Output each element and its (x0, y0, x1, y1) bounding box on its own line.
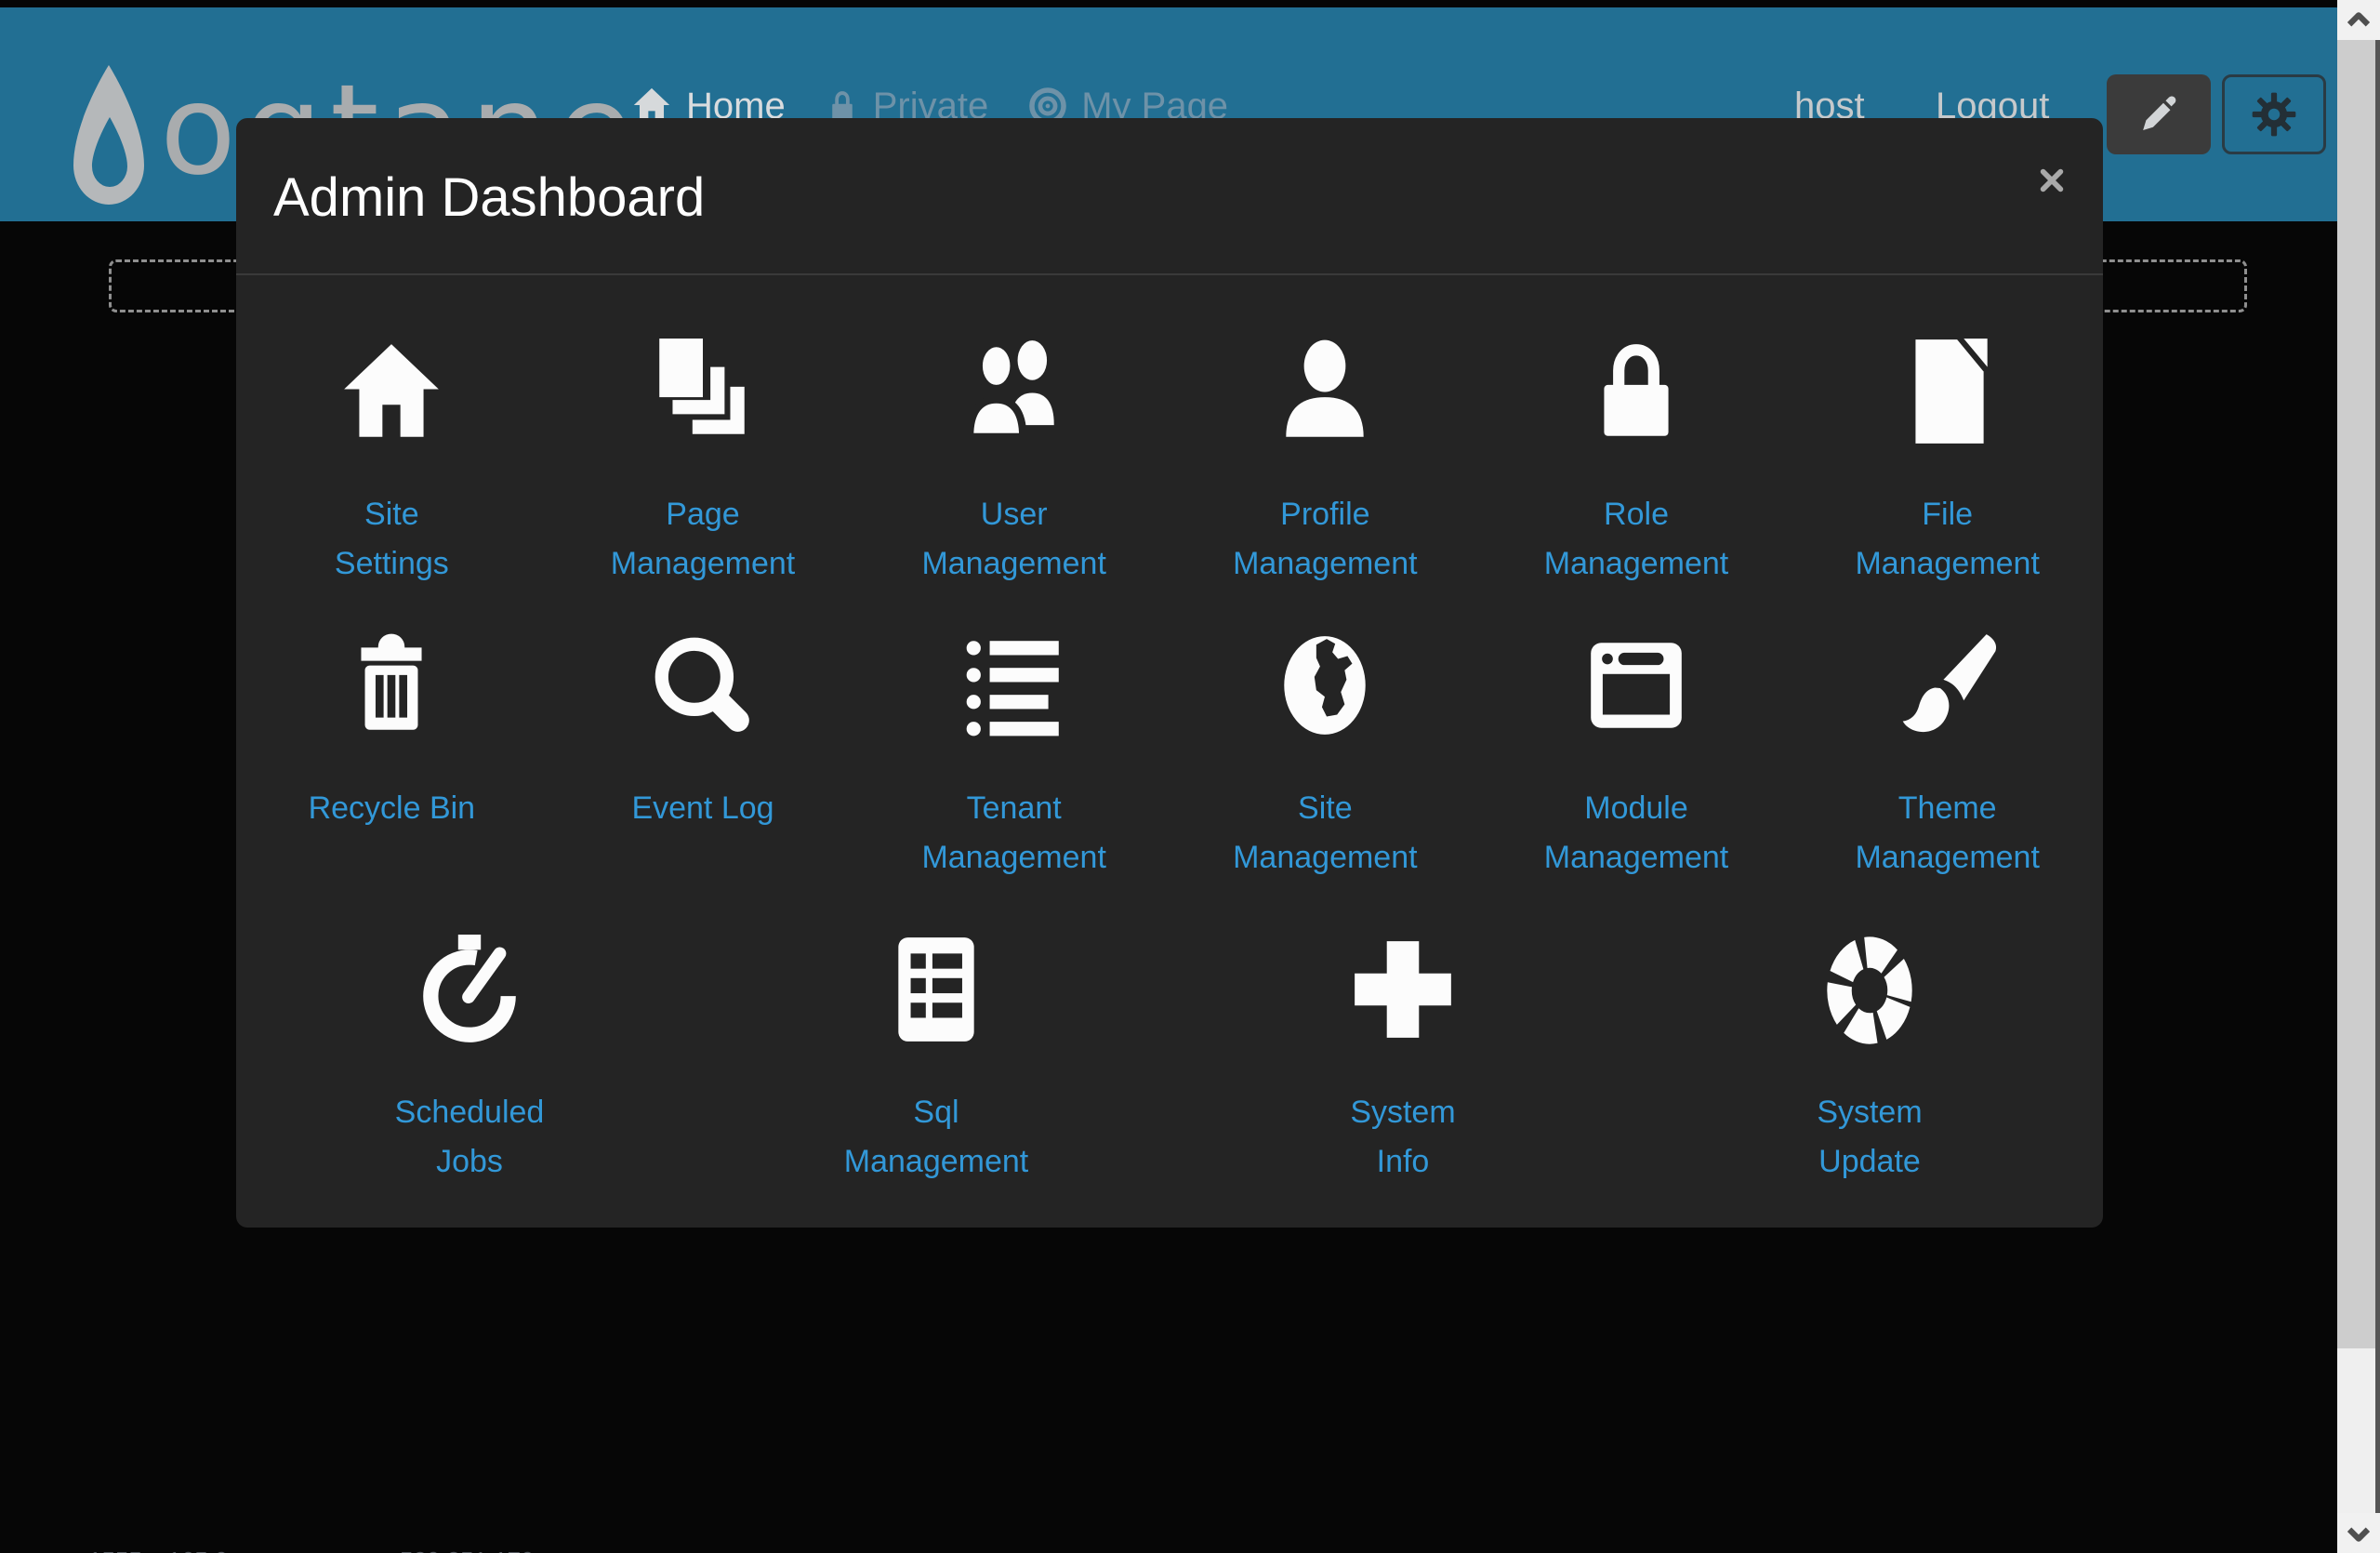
tile-theme-management[interactable]: ThemeManagement (1792, 629, 2103, 883)
tile-label: UserManagement (921, 490, 1105, 589)
tile-recycle-bin[interactable]: Recycle Bin (236, 629, 548, 883)
oqtane-drop-logo-icon (65, 63, 149, 221)
scrollbar-down-button[interactable] (2337, 1513, 2380, 1553)
chevron-down-icon (2343, 1518, 2374, 1549)
tile-profile-management[interactable]: ProfileManagement (1170, 335, 1481, 589)
tile-label: SiteManagement (1233, 784, 1417, 883)
pencil-icon (2137, 93, 2180, 136)
tile-event-log[interactable]: Event Log (548, 629, 859, 883)
tile-role-management[interactable]: RoleManagement (1481, 335, 1792, 589)
tile-system-update[interactable]: SystemUpdate (1636, 933, 2103, 1187)
people-icon (958, 335, 1071, 448)
tile-site-management[interactable]: SiteManagement (1170, 629, 1481, 883)
tile-label: ThemeManagement (1855, 784, 2039, 883)
tile-label: SystemInfo (1350, 1088, 1455, 1187)
tile-label: Event Log (631, 784, 774, 833)
tile-label: Recycle Bin (309, 784, 476, 833)
tile-file-management[interactable]: FileManagement (1792, 335, 2103, 589)
tile-label: TenantManagement (921, 784, 1105, 883)
tile-row: ScheduledJobs SqlManagement SystemInfo Syst… (236, 933, 2103, 1187)
app-screen: oqtane Home Private My Page hos (0, 0, 2380, 1553)
tile-label: SiteSettings (335, 490, 449, 589)
tile-label: SystemUpdate (1817, 1088, 1922, 1187)
bottom-clipped-text-right: 520 251 170 (400, 1546, 535, 1553)
browser-icon (1580, 629, 1693, 742)
bottom-clipped-text-left: 1555 x 165.0v (88, 1546, 240, 1553)
spreadsheet-icon (879, 933, 993, 1046)
tile-label: ProfileManagement (1233, 490, 1417, 589)
person-icon (1268, 335, 1382, 448)
tile-tenant-management[interactable]: TenantManagement (858, 629, 1170, 883)
vertical-scrollbar[interactable] (2337, 0, 2380, 1553)
scrollbar-thumb[interactable] (2337, 40, 2380, 1348)
tile-label: ModuleManagement (1544, 784, 1728, 883)
list-icon (958, 629, 1071, 742)
close-icon (2038, 166, 2066, 194)
tile-row: SiteSettings PageManagement UserManagement… (236, 335, 2103, 589)
medical-cross-icon (1346, 933, 1460, 1046)
tile-sql-management[interactable]: SqlManagement (703, 933, 1170, 1187)
tile-page-management[interactable]: PageManagement (548, 335, 859, 589)
tile-row: Recycle Bin Event Log TenantManagement Site… (236, 629, 2103, 883)
tile-system-info[interactable]: SystemInfo (1170, 933, 1636, 1187)
window-edge (2375, 40, 2380, 1553)
lock-icon (1580, 335, 1693, 448)
aperture-icon (1813, 933, 1926, 1046)
close-button[interactable] (2038, 166, 2066, 194)
globe-icon (1268, 629, 1382, 742)
tile-label: PageManagement (611, 490, 795, 589)
tile-site-settings[interactable]: SiteSettings (236, 335, 548, 589)
gear-icon (2251, 91, 2297, 138)
file-icon (1891, 335, 2004, 448)
chevron-up-icon (2343, 5, 2374, 36)
tile-scheduled-jobs[interactable]: ScheduledJobs (236, 933, 703, 1187)
edit-mode-button[interactable] (2107, 74, 2211, 154)
scrollbar-up-button[interactable] (2337, 0, 2380, 40)
brush-icon (1891, 629, 2004, 742)
magnifier-icon (646, 629, 760, 742)
tile-label: FileManagement (1855, 490, 2039, 589)
tile-module-management[interactable]: ModuleManagement (1481, 629, 1792, 883)
modal-title: Admin Dashboard (273, 169, 705, 227)
timer-icon (413, 933, 526, 1046)
admin-dashboard-modal: Admin Dashboard SiteSettings PageManageme… (236, 118, 2103, 1228)
modal-header: Admin Dashboard (236, 118, 2103, 275)
tile-label: SqlManagement (844, 1088, 1028, 1187)
tile-label: ScheduledJobs (395, 1088, 545, 1187)
trash-icon (335, 629, 448, 742)
tile-user-management[interactable]: UserManagement (858, 335, 1170, 589)
home-icon (335, 335, 448, 448)
page-settings-button[interactable] (2222, 74, 2326, 154)
tile-label: RoleManagement (1544, 490, 1728, 589)
layers-icon (646, 335, 760, 448)
